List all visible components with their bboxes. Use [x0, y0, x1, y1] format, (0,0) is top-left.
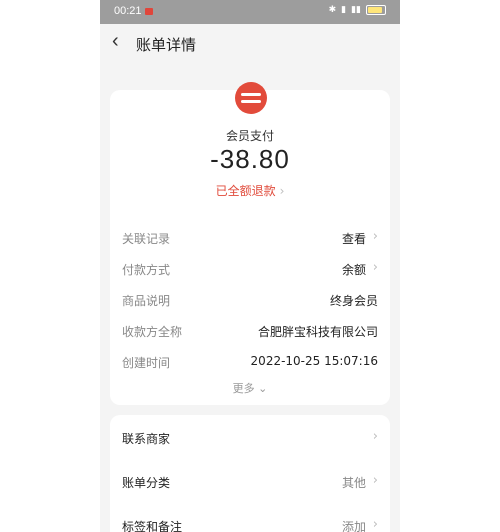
status-icons: ✱ ▮ ▮▮ — [329, 5, 386, 15]
merchant-name: 会员支付 — [225, 129, 274, 143]
detail-row-created-time: 创建时间 2022-10-25 15:07:16 — [122, 351, 378, 373]
chevron-right-icon: › — [372, 260, 378, 275]
refund-status-link[interactable]: 已全额退款 › — [110, 182, 390, 199]
detail-value: 2022-10-25 15:07:16 — [250, 354, 378, 368]
detail-value: 终身会员 — [329, 294, 378, 308]
action-value: 其他 — [341, 476, 366, 490]
detail-label: 创建时间 — [122, 356, 171, 370]
action-row-contact-merchant[interactable]: 联系商家 › — [122, 427, 378, 449]
detail-row-related-records[interactable]: 关联记录 查看 › — [122, 227, 378, 249]
chevron-right-icon: › — [279, 184, 285, 198]
bill-amount: -38.80 — [210, 144, 290, 174]
back-arrow-icon[interactable]: ‹ — [112, 30, 119, 53]
more-label: 更多 — [232, 382, 255, 395]
detail-label: 付款方式 — [122, 263, 171, 277]
actions-card: 联系商家 › 账单分类 其他 › 标签和备注 添加 › — [110, 415, 390, 532]
chevron-down-icon: ⌄ — [258, 382, 268, 395]
detail-value: 查看 — [341, 232, 366, 246]
more-button[interactable]: 更多 ⌄ — [110, 380, 390, 396]
action-label: 标签和备注 — [122, 520, 183, 532]
chevron-right-icon: › — [372, 429, 378, 444]
bluetooth-icon: ✱ — [328, 5, 337, 15]
notification-icon — [145, 8, 153, 15]
chevron-right-icon: › — [372, 517, 378, 532]
status-bar: 00:21 ✱ ▮ ▮▮ — [100, 0, 400, 24]
action-label: 联系商家 — [122, 432, 171, 446]
detail-row-product-description: 商品说明 终身会员 — [122, 289, 378, 311]
detail-label: 商品说明 — [122, 294, 171, 308]
page-title: 账单详情 — [136, 36, 197, 54]
action-label: 账单分类 — [122, 476, 171, 490]
refund-status-text: 已全额退款 — [215, 184, 276, 198]
phone-screen: 00:21 ✱ ▮ ▮▮ ‹ 账单详情 会员支付 -38.80 已全额退款 › 关… — [100, 0, 400, 532]
chevron-right-icon: › — [372, 229, 378, 244]
detail-row-payee-name: 收款方全称 合肥胖宝科技有限公司 — [122, 320, 378, 342]
status-time: 00:21 — [114, 5, 142, 17]
merchant-logo-icon — [235, 82, 267, 114]
detail-label: 收款方全称 — [122, 325, 183, 339]
action-row-tags-notes[interactable]: 标签和备注 添加 › — [122, 515, 378, 532]
signal-icon: ▮▮ — [351, 5, 361, 15]
bill-summary-card: 会员支付 -38.80 已全额退款 › 关联记录 查看 › 付款方式 余额 › 商… — [110, 82, 390, 405]
detail-row-payment-method[interactable]: 付款方式 余额 › — [122, 258, 378, 280]
action-row-bill-category[interactable]: 账单分类 其他 › — [122, 471, 378, 493]
battery-icon — [366, 5, 386, 15]
wifi-icon: ▮ — [341, 5, 347, 15]
detail-label: 关联记录 — [122, 232, 171, 246]
detail-value: 余额 — [341, 263, 366, 277]
detail-value: 合肥胖宝科技有限公司 — [257, 325, 378, 339]
chevron-right-icon: › — [372, 473, 378, 488]
action-value: 添加 — [341, 520, 366, 532]
nav-bar: ‹ 账单详情 — [100, 24, 400, 64]
